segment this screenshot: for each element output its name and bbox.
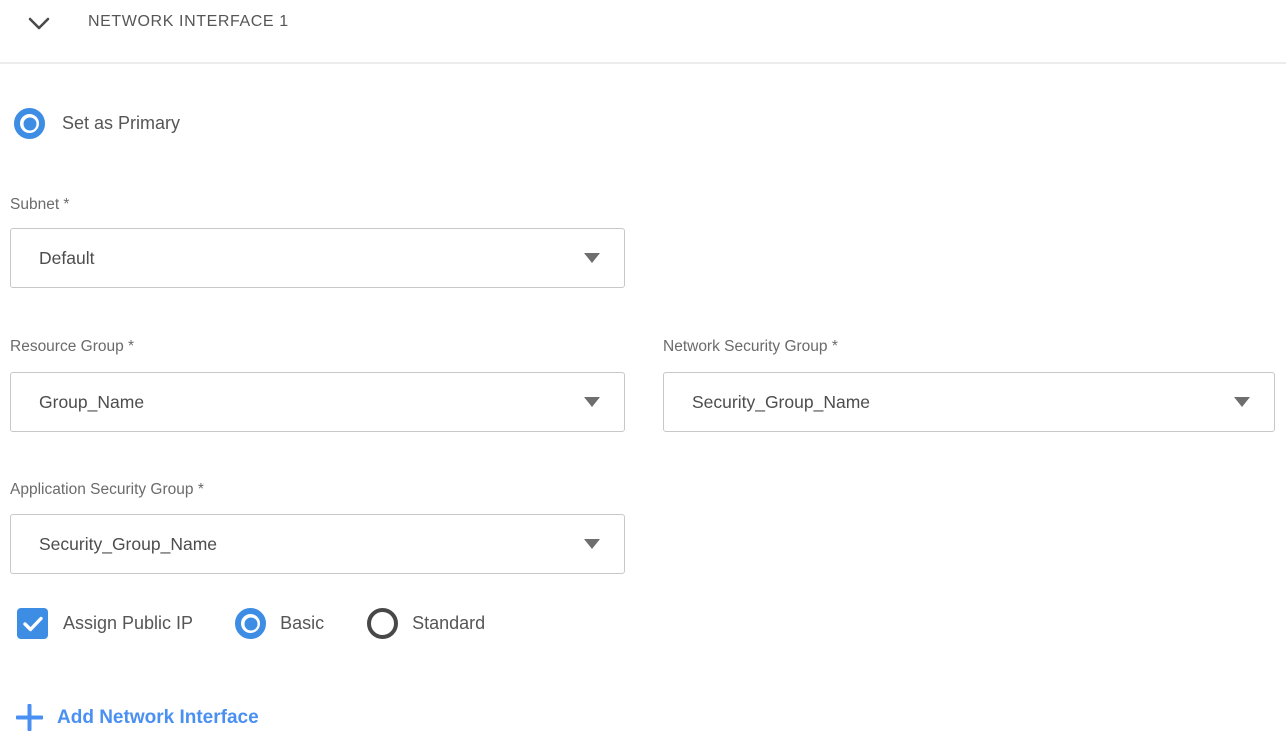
- resource-group-value: Group_Name: [39, 392, 144, 413]
- add-network-interface-label: Add Network Interface: [57, 707, 259, 729]
- assign-public-ip-row: Assign Public IP Basic Standard: [17, 608, 485, 639]
- basic-radio[interactable]: [235, 608, 266, 639]
- dropdown-caret-icon: [584, 253, 600, 263]
- standard-radio[interactable]: [367, 608, 398, 639]
- plus-icon: [16, 704, 43, 731]
- collapse-section-button[interactable]: [26, 10, 52, 36]
- chevron-down-icon: [28, 17, 50, 30]
- network-security-group-value: Security_Group_Name: [692, 392, 870, 413]
- network-interface-form: NETWORK INTERFACE 1 Set as Primary Subne…: [0, 0, 1286, 752]
- application-security-group-value: Security_Group_Name: [39, 534, 217, 555]
- check-icon: [23, 616, 43, 632]
- application-security-group-select[interactable]: Security_Group_Name: [10, 514, 625, 574]
- subnet-value: Default: [39, 248, 94, 269]
- set-as-primary-option: Set as Primary: [14, 108, 180, 139]
- network-security-group-label: Network Security Group *: [663, 338, 838, 356]
- subnet-select[interactable]: Default: [10, 228, 625, 288]
- add-network-interface-button[interactable]: Add Network Interface: [16, 704, 259, 731]
- dropdown-caret-icon: [1234, 397, 1250, 407]
- assign-public-ip-label: Assign Public IP: [63, 613, 193, 634]
- set-as-primary-radio[interactable]: [14, 108, 45, 139]
- application-security-group-label: Application Security Group *: [10, 481, 204, 499]
- standard-label: Standard: [412, 613, 485, 634]
- subnet-label: Subnet *: [10, 196, 69, 214]
- resource-group-select[interactable]: Group_Name: [10, 372, 625, 432]
- section-header: NETWORK INTERFACE 1: [0, 0, 1286, 63]
- section-divider: [0, 62, 1286, 64]
- resource-group-label: Resource Group *: [10, 338, 134, 356]
- network-security-group-select[interactable]: Security_Group_Name: [663, 372, 1275, 432]
- basic-label: Basic: [280, 613, 324, 634]
- section-title: NETWORK INTERFACE 1: [88, 13, 289, 31]
- set-as-primary-label: Set as Primary: [62, 113, 180, 134]
- assign-public-ip-checkbox[interactable]: [17, 608, 48, 639]
- dropdown-caret-icon: [584, 539, 600, 549]
- dropdown-caret-icon: [584, 397, 600, 407]
